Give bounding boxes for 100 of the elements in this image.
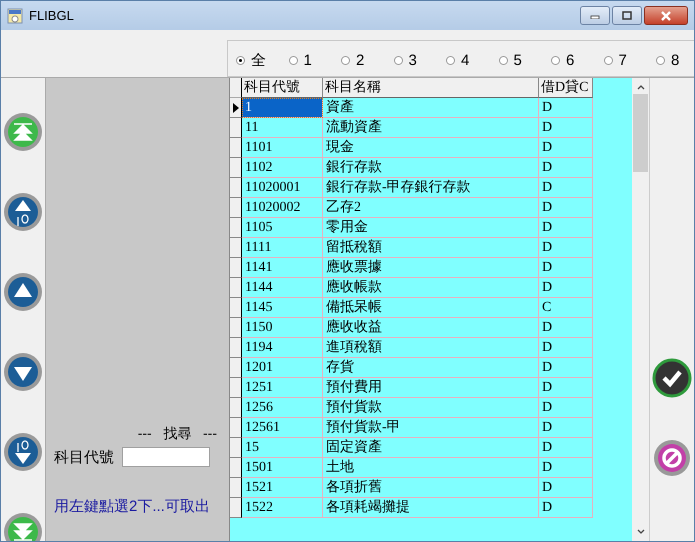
table-cell: 1102 [242,158,323,178]
table-cell: 應收票據 [323,258,539,278]
row-header[interactable] [230,338,242,358]
window-title: FLIBGL [29,8,74,23]
row-header[interactable] [230,158,242,178]
table-cell: D [539,158,593,178]
row-header[interactable] [230,458,242,478]
table-cell: 1201 [242,358,323,378]
table-cell: 1256 [242,398,323,418]
table-cell: 各項折舊 [323,478,539,498]
table-cell: 土地 [323,458,539,478]
table-cell: D [539,218,593,238]
filter-radio[interactable]: 8 [656,52,694,69]
table-cell: D [539,98,593,118]
table-cell: D [539,378,593,398]
row-header[interactable] [230,498,242,518]
confirm-button[interactable] [652,358,692,398]
search-label: 科目代號 [54,448,114,466]
table-cell: D [539,238,593,258]
table-cell: D [539,438,593,458]
row-header[interactable] [230,438,242,458]
row-header[interactable] [230,238,242,258]
table-cell: 預付貨款 [323,398,539,418]
table-cell: 零用金 [323,218,539,238]
table-cell: D [539,458,593,478]
scroll-up-icon [636,84,644,90]
scroll-thumb[interactable] [633,94,648,172]
table-cell: D [539,358,593,378]
filter-radio[interactable]: 5 [498,52,551,69]
table-cell: 1105 [242,218,323,238]
table-cell: 1150 [242,318,323,338]
page-down-button[interactable] [3,432,43,472]
maximize-icon [622,11,632,20]
table-cell: D [539,178,593,198]
filter-radio[interactable]: 2 [341,52,394,69]
row-header[interactable] [230,478,242,498]
table-cell: D [539,278,593,298]
table-cell: D [539,418,593,438]
row-header[interactable] [230,298,242,318]
app-icon [7,8,23,24]
cancel-button[interactable] [652,438,692,478]
filter-radio[interactable]: 6 [551,52,604,69]
row-header[interactable] [230,418,242,438]
close-button[interactable] [644,6,688,25]
current-row-icon [232,102,238,112]
row-header [230,78,242,98]
row-header[interactable] [230,398,242,418]
table-cell: 1141 [242,258,323,278]
row-header[interactable] [230,318,242,338]
table-cell: 流動資產 [323,118,539,138]
row-header[interactable] [230,258,242,278]
previous-record-button[interactable] [3,272,43,312]
table-cell: 1111 [242,238,323,258]
table-cell: 備抵呆帳 [323,298,539,318]
scroll-down-icon [636,529,644,535]
column-header[interactable]: 科目代號 [242,78,323,98]
table-cell: C [539,298,593,318]
filter-radio[interactable]: 3 [394,52,446,69]
table-cell: D [539,138,593,158]
table-cell: 1194 [242,338,323,358]
prohibited-icon [652,438,692,478]
first-record-button[interactable] [3,112,43,152]
table-cell: 預付費用 [323,378,539,398]
row-header[interactable] [230,118,242,138]
table-cell: 銀行存款-甲存銀行存款 [323,178,539,198]
table-cell: 1145 [242,298,323,318]
table-cell: 1144 [242,278,323,298]
row-header[interactable] [230,358,242,378]
search-field[interactable] [122,447,210,467]
filter-radio[interactable]: 全 [236,51,288,70]
table-cell: 1101 [242,138,323,158]
row-header[interactable] [230,278,242,298]
filter-radio[interactable]: 1 [288,52,341,69]
filter-radio[interactable]: 4 [446,52,498,69]
column-header[interactable]: 借D貸C [539,78,593,98]
filter-radio[interactable]: 7 [604,52,656,69]
table-cell: 11 [242,118,323,138]
table-cell: 現金 [323,138,539,158]
row-header[interactable] [230,218,242,238]
table-cell: 15 [242,438,323,458]
row-header[interactable] [230,178,242,198]
check-icon [652,358,692,398]
column-header[interactable]: 科目名稱 [323,78,539,98]
table-cell: D [539,338,593,358]
row-header[interactable] [230,198,242,218]
row-header[interactable] [230,378,242,398]
row-header[interactable] [230,98,242,118]
last-record-button[interactable] [3,512,43,541]
table-cell: D [539,258,593,278]
minimize-icon [590,12,600,18]
scroll-bar[interactable] [632,78,649,541]
minimize-button[interactable] [580,6,610,25]
table-cell: 1501 [242,458,323,478]
table-cell: 各項耗竭攤提 [323,498,539,518]
maximize-button[interactable] [612,6,642,25]
table-cell: 進項稅額 [323,338,539,358]
table-cell: 應收帳款 [323,278,539,298]
row-header[interactable] [230,138,242,158]
page-up-button[interactable] [3,192,43,232]
next-record-button[interactable] [3,352,43,392]
